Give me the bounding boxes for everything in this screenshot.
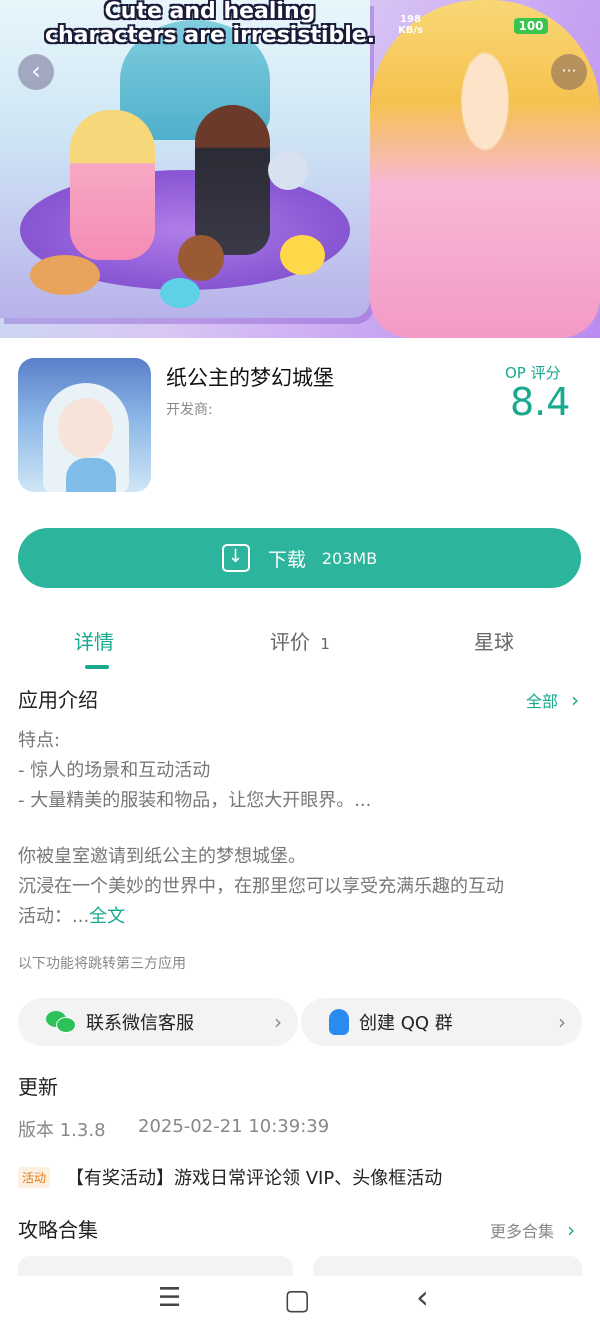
battery-indicator: 100 xyxy=(514,18,548,34)
intro-features: 特点: - 惊人的场景和互动活动 - 大量精美的服装和物品，让您大开眼界。... xyxy=(18,726,371,816)
intro-line: 特点: xyxy=(18,730,61,751)
chevron-right-icon: › xyxy=(558,1010,566,1034)
network-speed: 198 KB/s xyxy=(398,14,423,36)
version-text: 版本 1.3.8 xyxy=(18,1120,106,1141)
wechat-service-label: 联系微信客服 xyxy=(86,1013,194,1034)
intro-all-label: 全部 xyxy=(526,692,559,711)
intro-paragraph: 沉浸在一个美妙的世界中，在那里您可以享受充满乐趣的互动 xyxy=(18,876,504,897)
intro-paragraph: 你被皇室邀请到纸公主的梦想城堡。 xyxy=(18,846,306,867)
banner-dog-art xyxy=(30,255,100,295)
back-button[interactable]: ‹ xyxy=(18,54,54,90)
system-back-button[interactable]: ‹ xyxy=(416,1278,429,1316)
home-button[interactable]: ▢ xyxy=(284,1283,310,1316)
banner-princess-art xyxy=(70,110,155,260)
activity-badge: 活动 xyxy=(18,1167,51,1188)
guide-card[interactable] xyxy=(18,1256,293,1276)
download-icon xyxy=(221,544,250,572)
full-text-link[interactable]: 全文 xyxy=(89,906,125,927)
rating-value: 8.4 xyxy=(510,380,571,424)
wechat-service-button[interactable]: 联系微信客服 › xyxy=(18,998,298,1046)
download-label: 下载 xyxy=(267,548,306,571)
intro-line: - 惊人的场景和互动活动 xyxy=(18,760,211,781)
intro-all-link[interactable]: 全部 › xyxy=(526,688,579,712)
tab-details[interactable]: 详情 xyxy=(74,626,114,655)
app-icon-dress xyxy=(66,458,116,492)
tab-label: 星球 xyxy=(474,630,514,654)
intro-description: 你被皇室邀请到纸公主的梦想城堡。 沉浸在一个美妙的世界中，在那里您可以享受充满乐… xyxy=(18,842,504,932)
tab-count: 1 xyxy=(320,635,330,653)
intro-title: 应用介绍 xyxy=(18,688,98,712)
guides-title: 攻略合集 xyxy=(18,1218,98,1242)
hero-banner: Cute and healing characters are irresist… xyxy=(0,0,600,338)
app-icon-face xyxy=(58,398,113,458)
tab-label: 评价 xyxy=(270,630,310,654)
network-speed-value: 198 xyxy=(400,14,421,25)
create-qq-group-label: 创建 QQ 群 xyxy=(359,1013,453,1034)
banner-bunny-art xyxy=(268,150,308,190)
banner-pillow-art xyxy=(280,235,325,275)
developer-label: 开发商: xyxy=(166,402,213,418)
chevron-right-icon: › xyxy=(571,688,580,712)
banner-caption: Cute and healing characters are irresist… xyxy=(44,0,376,48)
create-qq-group-button[interactable]: 创建 QQ 群 › xyxy=(301,998,582,1046)
banner-maid-art xyxy=(195,105,270,255)
app-title: 纸公主的梦幻城堡 xyxy=(166,366,334,390)
update-date: 2025-02-21 10:39:39 xyxy=(138,1116,330,1137)
guide-card[interactable] xyxy=(313,1256,582,1276)
qq-icon xyxy=(329,1009,349,1035)
more-guides-link[interactable]: 更多合集 › xyxy=(490,1218,575,1242)
more-guides-label: 更多合集 xyxy=(490,1222,555,1241)
chevron-right-icon: › xyxy=(274,1010,282,1034)
app-icon xyxy=(18,358,151,492)
intro-line: - 大量精美的服装和物品，让您大开眼界。... xyxy=(18,790,372,811)
network-speed-unit: KB/s xyxy=(398,25,423,36)
chevron-right-icon: › xyxy=(567,1218,576,1242)
intro-paragraph-prefix: 活动：... xyxy=(18,906,90,927)
tab-label: 详情 xyxy=(74,630,114,654)
banner-pillow-art xyxy=(160,278,200,308)
download-button[interactable]: 下载 203MB xyxy=(18,528,581,588)
tab-planet[interactable]: 星球 xyxy=(474,626,514,655)
active-tab-indicator xyxy=(85,665,109,669)
tab-reviews[interactable]: 评价 1 xyxy=(270,626,330,655)
update-title: 更新 xyxy=(18,1075,58,1099)
more-options-button[interactable]: ··· xyxy=(551,54,587,90)
banner-bear-art xyxy=(178,235,224,281)
wechat-icon xyxy=(46,1011,76,1033)
download-size: 203MB xyxy=(321,548,378,568)
third-party-note: 以下功能将跳转第三方应用 xyxy=(18,956,186,972)
banner-angel-princess-art xyxy=(370,0,600,338)
recent-apps-button[interactable]: ☰ xyxy=(158,1283,181,1313)
activity-link[interactable]: 【有奖活动】游戏日常评论领 VIP、头像框活动 xyxy=(66,1164,442,1190)
intro-paragraph-last: 活动：...全文 xyxy=(18,902,504,932)
